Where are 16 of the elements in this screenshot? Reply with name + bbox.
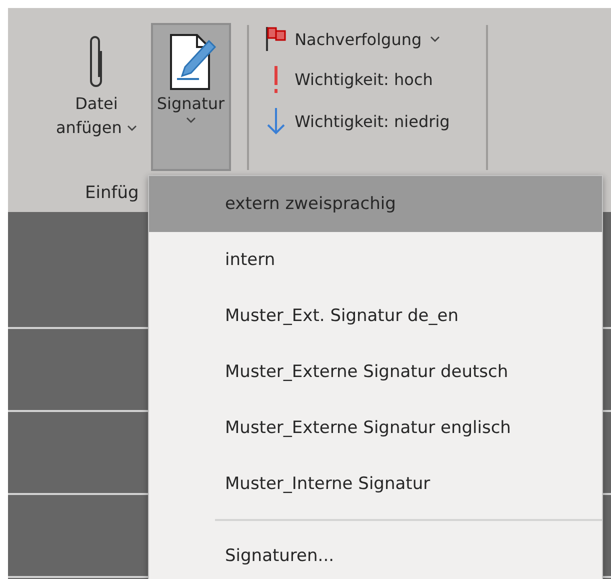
menu-item[interactable]: extern zweisprachig xyxy=(149,176,602,232)
ribbon-button[interactable]: Wichtigkeit: niedrig xyxy=(264,104,450,138)
ribbon-button[interactable]: Signatur xyxy=(150,23,231,171)
ribbon-button[interactable]: Wichtigkeit: hoch xyxy=(264,63,450,96)
down-arrow-icon xyxy=(264,107,287,135)
group-label: Einfüg xyxy=(85,183,139,203)
menu-item[interactable]: Muster_Ext. Signatur de_en xyxy=(149,288,602,344)
exclamation-icon xyxy=(274,66,278,93)
menu-item[interactable]: Muster_Externe Signatur englisch xyxy=(149,400,602,456)
menu-item[interactable]: Signaturen... xyxy=(149,528,602,579)
flag-icon xyxy=(264,26,287,52)
menu-item[interactable]: intern xyxy=(149,232,602,288)
menu-item[interactable]: Muster_Interne Signatur xyxy=(149,456,602,512)
menu-item[interactable]: Muster_Externe Signatur deutsch xyxy=(149,344,602,400)
ribbon-button[interactable]: Nachverfolgung xyxy=(264,23,450,55)
ribbon-button[interactable]: Datei anfügen xyxy=(50,23,143,171)
